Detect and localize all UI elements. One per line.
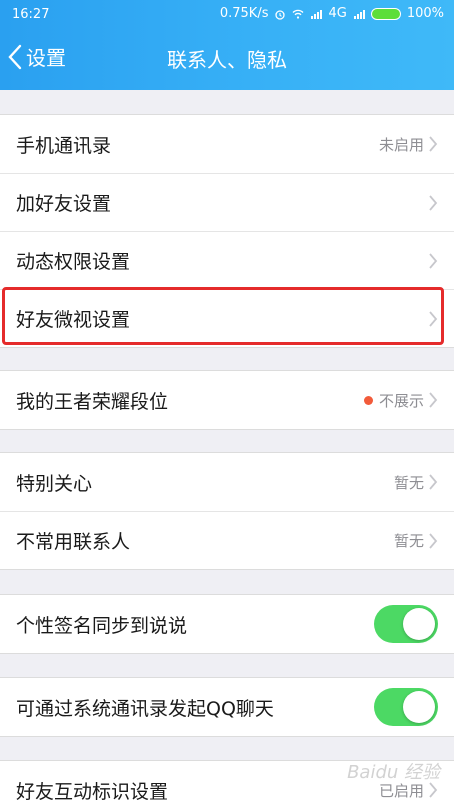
chevron-right-icon (429, 310, 438, 327)
row-label: 好友互动标识设置 (16, 780, 169, 803)
row-label: 好友微视设置 (16, 309, 131, 331)
section-qq-chat: 可通过系统通讯录发起QQ聊天 (0, 677, 454, 737)
status-right: 0.75K/s 4G 100% (220, 6, 444, 21)
battery-icon (370, 7, 401, 20)
row-label: 我的王者荣耀段位 (16, 390, 169, 413)
chevron-right-icon (429, 474, 438, 490)
chevron-right-icon (429, 194, 438, 211)
title-bar: 设置 联系人、隐私 (0, 30, 454, 86)
row-phone-contacts[interactable]: 手机通讯录 未启用 (0, 115, 454, 173)
chevron-right-icon (429, 252, 438, 269)
chevron-right-icon (429, 136, 438, 152)
row-label: 个性签名同步到说说 (16, 614, 188, 637)
chevron-right-icon (429, 392, 438, 408)
row-value: 暂无 (393, 532, 424, 550)
toggle-knob (403, 608, 435, 640)
row-label: 不常用联系人 (16, 531, 131, 553)
signal-icon-2 (353, 9, 365, 19)
section-game-rank: 我的王者荣耀段位 不展示 (0, 370, 454, 430)
app-header: 16:27 0.75K/s 4G 100% 设置 联系人、隐私 (0, 0, 454, 90)
status-time: 16:27 (12, 7, 50, 22)
toggle-knob (403, 691, 435, 723)
battery-level: 100% (406, 6, 444, 21)
network-type: 4G (328, 6, 347, 21)
qq-chat-toggle[interactable] (374, 688, 438, 726)
row-feed-permission-settings[interactable]: 动态权限设置 (0, 231, 454, 289)
row-label: 动态权限设置 (16, 251, 131, 273)
notification-dot (363, 395, 373, 405)
row-label: 手机通讯录 (16, 134, 112, 157)
alarm-icon (275, 9, 286, 20)
row-label: 可通过系统通讯录发起QQ聊天 (16, 697, 274, 720)
row-infrequent-contacts[interactable]: 不常用联系人 暂无 (0, 511, 454, 569)
row-value: 不展示 (378, 391, 424, 410)
row-system-contacts-qq-chat: 可通过系统通讯录发起QQ聊天 (0, 678, 454, 736)
status-bar: 16:27 0.75K/s 4G 100% (0, 0, 454, 30)
wifi-icon (293, 9, 304, 19)
row-friend-weishi-settings[interactable]: 好友微视设置 (0, 289, 454, 347)
section-signature-sync: 个性签名同步到说说 (0, 594, 454, 654)
section-special-care: 特别关心 暂无 不常用联系人 暂无 (0, 452, 454, 570)
row-honor-of-kings-rank[interactable]: 我的王者荣耀段位 不展示 (0, 371, 454, 429)
row-value: 暂无 (393, 473, 424, 492)
row-label: 特别关心 (16, 472, 93, 495)
row-special-care[interactable]: 特别关心 暂无 (0, 453, 454, 511)
chevron-right-icon (429, 532, 438, 549)
page-title: 联系人、隐私 (167, 48, 287, 72)
signature-sync-toggle[interactable] (374, 605, 438, 643)
row-signature-sync: 个性签名同步到说说 (0, 595, 454, 653)
signal-icon (311, 9, 323, 19)
row-label: 加好友设置 (16, 193, 112, 215)
section-contacts: 手机通讯录 未启用 加好友设置 动态权限设置 好友微视设置 (0, 114, 454, 348)
row-add-friend-settings[interactable]: 加好友设置 (0, 173, 454, 231)
network-speed: 0.75K/s (219, 6, 269, 21)
row-value: 未启用 (378, 135, 424, 154)
watermark: Baidu 经验 (347, 762, 440, 783)
